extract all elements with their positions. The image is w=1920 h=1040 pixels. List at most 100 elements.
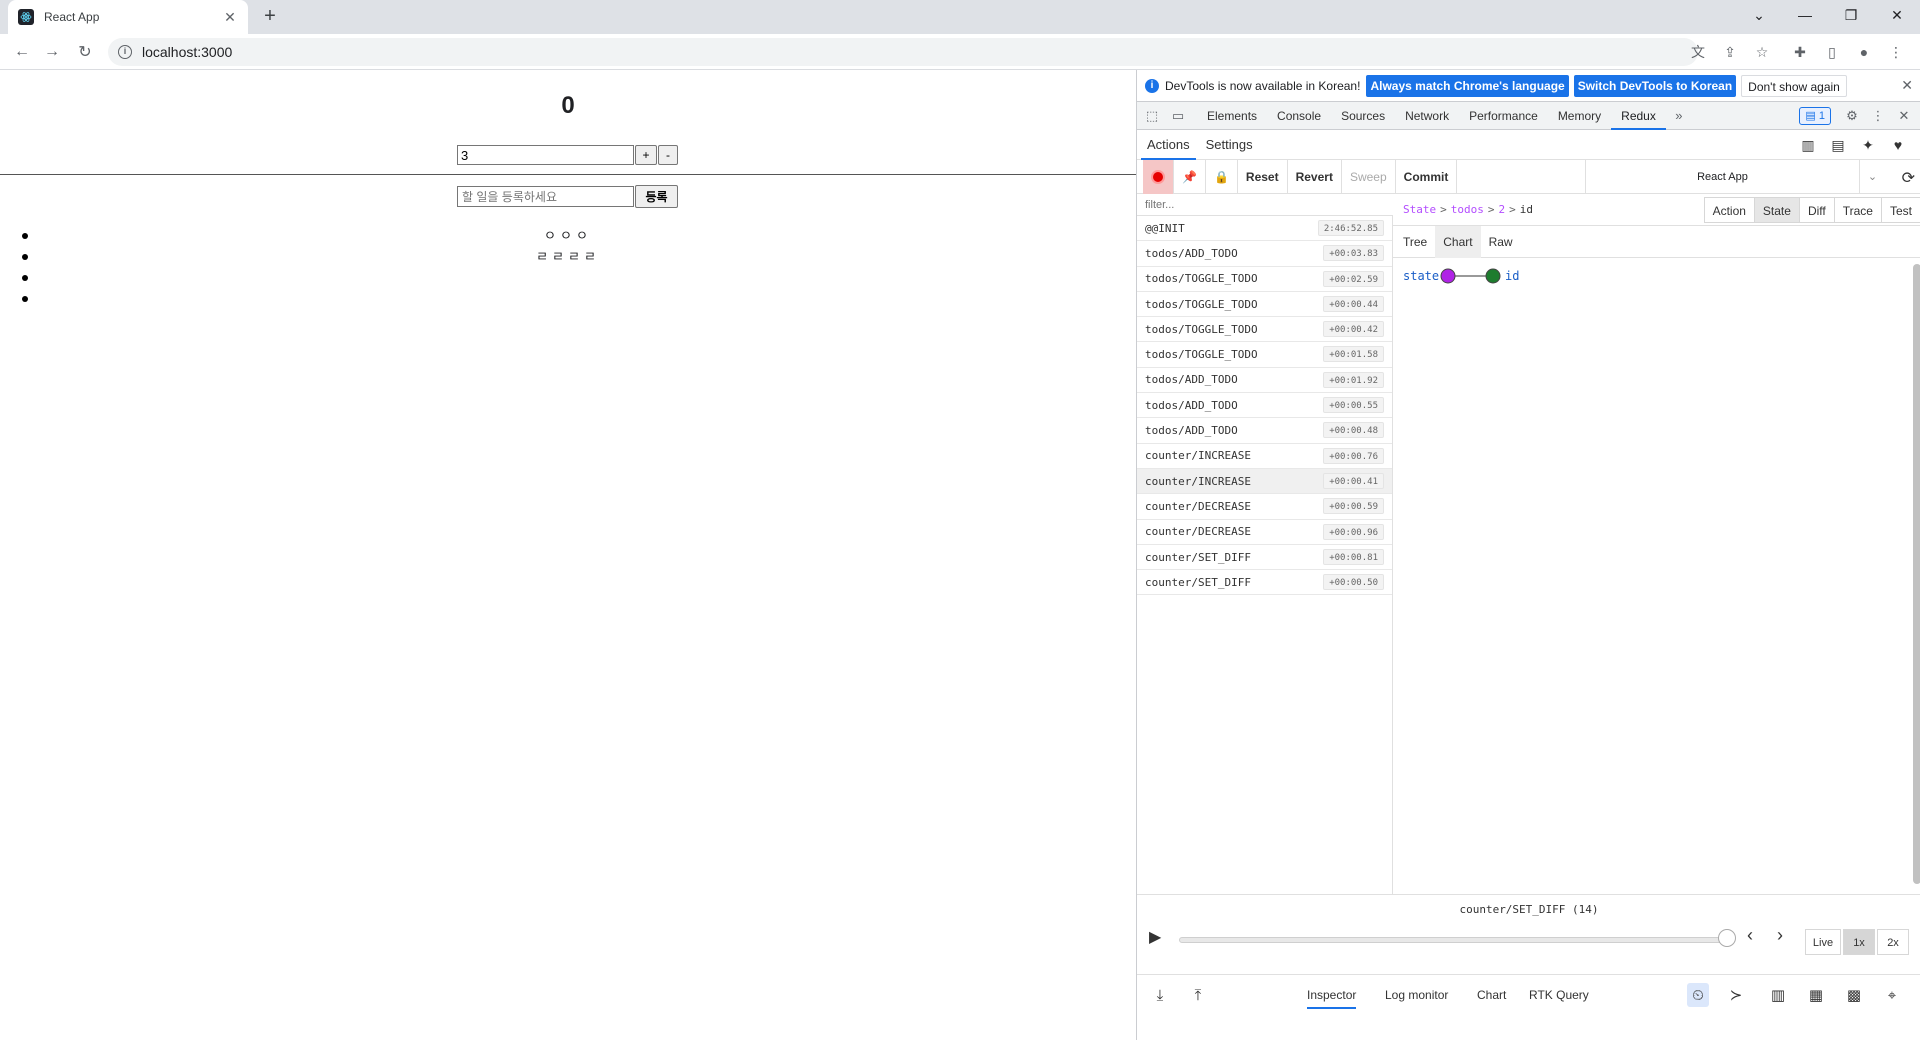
monitor-chart[interactable]: Chart	[1477, 985, 1506, 1009]
share-icon[interactable]: ⇪	[1720, 42, 1740, 62]
layout-bottom-icon[interactable]: ▩	[1843, 983, 1865, 1007]
back-arrow-icon[interactable]: ←	[10, 40, 34, 64]
match-language-button[interactable]: Always match Chrome's language	[1366, 74, 1569, 97]
dont-show-again-button[interactable]: Don't show again	[1741, 74, 1847, 97]
bookmark-star-icon[interactable]: ☆	[1752, 42, 1772, 62]
terminal-icon[interactable]: ≻	[1725, 983, 1747, 1007]
heart-icon[interactable]: ♥	[1883, 137, 1913, 153]
monitor-rtk-query[interactable]: RTK Query	[1529, 985, 1589, 1009]
speed-live-button[interactable]: Live	[1805, 929, 1841, 955]
feedback-chat-icon[interactable]: ▤	[1823, 137, 1853, 154]
scrollbar[interactable]	[1913, 264, 1920, 884]
step-forward-icon[interactable]: ›	[1777, 925, 1783, 946]
remote-antenna-icon[interactable]: ⌖	[1881, 983, 1903, 1007]
address-bar[interactable]: i localhost:3000	[108, 38, 1698, 66]
action-row[interactable]: counter/SET_DIFF +00:00.81	[1137, 545, 1392, 571]
export-icon[interactable]: ⤓	[1149, 983, 1171, 1007]
action-row[interactable]: todos/ADD_TODO +00:03.83	[1137, 241, 1392, 267]
breadcrumb-item[interactable]: todos	[1451, 203, 1484, 216]
sync-icon[interactable]: ⟳	[1902, 168, 1915, 188]
filter-input[interactable]	[1137, 194, 1393, 216]
monitor-inspector[interactable]: Inspector	[1307, 985, 1357, 1009]
switch-korean-button[interactable]: Switch DevTools to Korean	[1573, 74, 1737, 97]
action-row[interactable]: todos/TOGGLE_TODO +00:00.44	[1137, 292, 1392, 318]
sweep-button[interactable]: Sweep	[1342, 159, 1396, 194]
inspect-element-icon[interactable]: ⬚	[1139, 103, 1165, 129]
register-button[interactable]: 등록	[635, 185, 678, 208]
revert-button[interactable]: Revert	[1288, 159, 1342, 194]
todo-item[interactable]: ㄹㄹㄹㄹ	[0, 246, 1136, 267]
record-button[interactable]	[1143, 159, 1174, 194]
chart-node-id[interactable]	[1485, 268, 1501, 284]
action-row[interactable]: todos/TOGGLE_TODO +00:01.58	[1137, 342, 1392, 368]
translate-icon[interactable]: 文	[1688, 42, 1708, 62]
tab-memory[interactable]: Memory	[1548, 102, 1611, 130]
reload-icon[interactable]: ↻	[73, 40, 97, 64]
tab-redux[interactable]: Redux	[1611, 102, 1666, 130]
action-row[interactable]: todos/TOGGLE_TODO +00:00.42	[1137, 317, 1392, 343]
breadcrumb-item[interactable]: State	[1403, 203, 1436, 216]
twitter-icon[interactable]: ✦	[1853, 137, 1883, 154]
tab-performance[interactable]: Performance	[1459, 102, 1548, 130]
commit-button[interactable]: Commit	[1396, 159, 1458, 194]
import-icon[interactable]: ⤒	[1187, 983, 1209, 1007]
counter-diff-input[interactable]	[457, 145, 634, 165]
infobar-close-icon[interactable]: ✕	[1901, 77, 1913, 94]
action-row[interactable]: counter/INCREASE +00:00.41	[1137, 468, 1392, 495]
slider-thumb[interactable]	[1718, 929, 1736, 947]
tab-raw[interactable]: Raw	[1481, 226, 1521, 258]
reset-button[interactable]: Reset	[1238, 159, 1288, 194]
breadcrumb-item[interactable]: 2	[1499, 203, 1506, 216]
slider-track[interactable]	[1179, 937, 1727, 943]
speed-2x-button[interactable]: 2x	[1877, 929, 1909, 955]
action-row[interactable]: counter/INCREASE +00:00.76	[1137, 444, 1392, 469]
chart-node-state[interactable]	[1440, 268, 1456, 284]
issues-badge[interactable]: ▤ 1	[1799, 107, 1831, 125]
todo-item[interactable]	[0, 288, 1136, 309]
browser-tab[interactable]: React App ✕	[8, 0, 248, 34]
action-row[interactable]: todos/ADD_TODO +00:01.92	[1137, 368, 1392, 394]
tab-elements[interactable]: Elements	[1197, 102, 1267, 130]
increase-button[interactable]: +	[635, 145, 657, 165]
todo-item[interactable]: ㅇㅇㅇ	[0, 225, 1136, 246]
action-row[interactable]: counter/DECREASE +00:00.59	[1137, 494, 1392, 520]
settings-gear-icon[interactable]: ⚙	[1839, 103, 1865, 129]
action-row[interactable]: @@INIT 2:46:52.85	[1137, 216, 1392, 242]
tab-test[interactable]: Test	[1880, 196, 1920, 223]
layout-right-icon[interactable]: ▦	[1805, 983, 1827, 1007]
pin-icon[interactable]: 📌	[1174, 159, 1206, 194]
profile-avatar[interactable]: ●	[1854, 42, 1874, 62]
action-row[interactable]: counter/DECREASE +00:00.96	[1137, 520, 1392, 545]
instance-select[interactable]: React App ⌄	[1585, 160, 1885, 194]
site-info-icon[interactable]: i	[118, 45, 132, 59]
close-devtools-icon[interactable]: ✕	[1891, 103, 1917, 129]
todo-item[interactable]	[0, 267, 1136, 288]
minimize-button[interactable]: —	[1782, 0, 1828, 30]
tab-console[interactable]: Console	[1267, 102, 1331, 130]
tab-search-icon[interactable]: ⌄	[1736, 0, 1782, 30]
side-panel-icon[interactable]: ▯	[1822, 42, 1842, 62]
close-window-button[interactable]: ✕	[1874, 0, 1920, 30]
action-row[interactable]: todos/ADD_TODO +00:00.55	[1137, 393, 1392, 419]
todo-input[interactable]	[457, 186, 634, 207]
dispatcher-clock-icon[interactable]: ⏲	[1687, 983, 1709, 1007]
tab-tree[interactable]: Tree	[1395, 226, 1435, 258]
tab-actions[interactable]: Actions	[1141, 130, 1196, 160]
tab-sources[interactable]: Sources	[1331, 102, 1395, 130]
tab-state[interactable]: State	[1753, 196, 1800, 223]
device-toolbar-icon[interactable]: ▭	[1165, 103, 1191, 129]
customize-kebab-icon[interactable]: ⋮	[1865, 103, 1891, 129]
more-tabs-icon[interactable]: »	[1666, 103, 1692, 129]
new-tab-button[interactable]: +	[258, 5, 282, 29]
action-row[interactable]: counter/SET_DIFF +00:00.50	[1137, 570, 1392, 596]
restore-button[interactable]: ❐	[1828, 0, 1874, 30]
lock-icon[interactable]: 🔒	[1206, 159, 1238, 194]
tab-chart[interactable]: Chart	[1435, 225, 1481, 258]
extensions-icon[interactable]: ✚	[1790, 42, 1810, 62]
monitor-log[interactable]: Log monitor	[1385, 985, 1448, 1009]
step-back-icon[interactable]: ‹	[1747, 925, 1753, 946]
speed-1x-button[interactable]: 1x	[1843, 929, 1875, 955]
tab-action[interactable]: Action	[1703, 196, 1755, 223]
docs-book-icon[interactable]: ▥	[1793, 137, 1823, 154]
tab-settings[interactable]: Settings	[1200, 130, 1259, 160]
